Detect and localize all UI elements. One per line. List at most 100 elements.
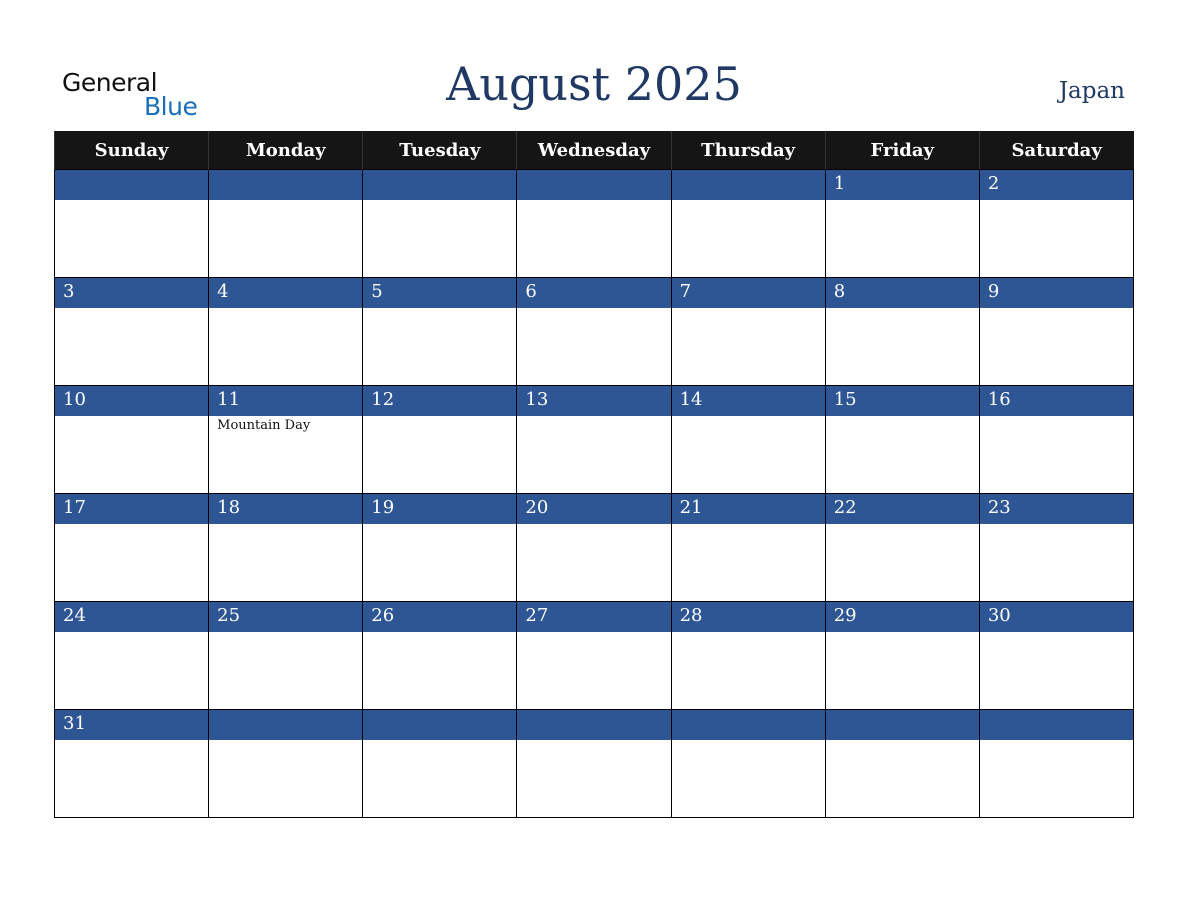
- day-number: 21: [671, 494, 825, 524]
- day-cell[interactable]: [516, 169, 672, 278]
- day-cell[interactable]: 9: [978, 277, 1135, 386]
- day-cell[interactable]: 14: [670, 385, 826, 494]
- day-cell[interactable]: 17: [53, 493, 210, 602]
- day-cell[interactable]: 29: [824, 601, 980, 710]
- day-cell[interactable]: 16: [978, 385, 1135, 494]
- day-number: 29: [825, 602, 979, 632]
- day-cell[interactable]: [824, 709, 980, 818]
- day-cell[interactable]: 26: [362, 601, 518, 710]
- day-cell[interactable]: 31: [53, 709, 210, 818]
- day-cell[interactable]: [208, 709, 364, 818]
- day-cell[interactable]: 13: [516, 385, 672, 494]
- week-row: 31: [53, 709, 1135, 818]
- day-number: 10: [55, 386, 209, 416]
- day-number: 4: [209, 278, 363, 308]
- day-number: [209, 710, 363, 740]
- day-number: [671, 170, 825, 200]
- calendar-grid: Sunday Monday Tuesday Wednesday Thursday…: [53, 131, 1135, 818]
- day-cell[interactable]: 21: [670, 493, 826, 602]
- day-cell[interactable]: 1: [824, 169, 980, 278]
- day-cell[interactable]: 19: [362, 493, 518, 602]
- week-row: 3456789: [53, 277, 1135, 386]
- day-cell[interactable]: 8: [824, 277, 980, 386]
- weekday-header-row: Sunday Monday Tuesday Wednesday Thursday…: [53, 131, 1134, 170]
- day-number: 28: [671, 602, 825, 632]
- day-cell[interactable]: 6: [516, 277, 672, 386]
- day-cell[interactable]: 4: [208, 277, 364, 386]
- day-cell[interactable]: 22: [824, 493, 980, 602]
- day-number: 16: [979, 386, 1133, 416]
- day-cell[interactable]: 5: [362, 277, 518, 386]
- weekday-header: Friday: [824, 131, 980, 170]
- day-cell[interactable]: [516, 709, 672, 818]
- day-number: 2: [979, 170, 1133, 200]
- day-cell[interactable]: 7: [670, 277, 826, 386]
- day-cell[interactable]: [670, 709, 826, 818]
- day-number: 11: [209, 386, 363, 416]
- weekday-header: Wednesday: [516, 131, 672, 170]
- day-number: 9: [979, 278, 1133, 308]
- day-number: [363, 710, 517, 740]
- day-cell[interactable]: [978, 709, 1135, 818]
- day-number: 8: [825, 278, 979, 308]
- day-number: [517, 710, 671, 740]
- day-number: 24: [55, 602, 209, 632]
- day-number: 18: [209, 494, 363, 524]
- day-cell[interactable]: 30: [978, 601, 1135, 710]
- day-number: 27: [517, 602, 671, 632]
- day-number: 25: [209, 602, 363, 632]
- day-number: 26: [363, 602, 517, 632]
- day-number: 15: [825, 386, 979, 416]
- day-number: [671, 710, 825, 740]
- day-cell[interactable]: 25: [208, 601, 364, 710]
- day-number: 30: [979, 602, 1133, 632]
- day-number: 3: [55, 278, 209, 308]
- day-number: 12: [363, 386, 517, 416]
- day-cell[interactable]: 10: [53, 385, 210, 494]
- day-number: 17: [55, 494, 209, 524]
- week-row: 12: [53, 169, 1135, 278]
- day-number: [55, 170, 209, 200]
- weekday-header: Tuesday: [362, 131, 517, 170]
- day-number: [209, 170, 363, 200]
- day-cell[interactable]: 2: [978, 169, 1135, 278]
- holiday-label: Mountain Day: [217, 418, 311, 433]
- day-cell[interactable]: [362, 709, 518, 818]
- day-cell[interactable]: [53, 169, 210, 278]
- day-number: 31: [55, 710, 209, 740]
- day-number: 13: [517, 386, 671, 416]
- day-cell[interactable]: 11 Mountain Day: [208, 385, 364, 494]
- day-cell[interactable]: 24: [53, 601, 210, 710]
- weekday-header: Sunday: [53, 131, 209, 170]
- day-number: [363, 170, 517, 200]
- day-cell[interactable]: 15: [824, 385, 980, 494]
- day-cell[interactable]: 3: [53, 277, 210, 386]
- day-number: 1: [825, 170, 979, 200]
- day-cell[interactable]: [208, 169, 364, 278]
- day-cell[interactable]: 27: [516, 601, 672, 710]
- day-number: 14: [671, 386, 825, 416]
- week-row: 10 11 Mountain Day 12 13 14 15 16: [53, 385, 1135, 494]
- day-number: 6: [517, 278, 671, 308]
- week-row: 17 18 19 20 21 22 23: [53, 493, 1135, 602]
- weekday-header: Saturday: [978, 131, 1134, 170]
- weekday-header: Thursday: [670, 131, 826, 170]
- week-row: 24 25 26 27 28 29 30: [53, 601, 1135, 710]
- day-number: 7: [671, 278, 825, 308]
- day-cell[interactable]: 18: [208, 493, 364, 602]
- country-label: Japan: [1058, 78, 1125, 104]
- day-number: [979, 710, 1133, 740]
- day-cell[interactable]: 12: [362, 385, 518, 494]
- day-cell[interactable]: [362, 169, 518, 278]
- day-number: 23: [979, 494, 1133, 524]
- day-cell[interactable]: [670, 169, 826, 278]
- day-number: 19: [363, 494, 517, 524]
- day-number: 20: [517, 494, 671, 524]
- day-number: 22: [825, 494, 979, 524]
- day-number: 5: [363, 278, 517, 308]
- day-cell[interactable]: 20: [516, 493, 672, 602]
- day-cell[interactable]: 23: [978, 493, 1135, 602]
- day-number: [825, 710, 979, 740]
- day-cell[interactable]: 28: [670, 601, 826, 710]
- day-number: [517, 170, 671, 200]
